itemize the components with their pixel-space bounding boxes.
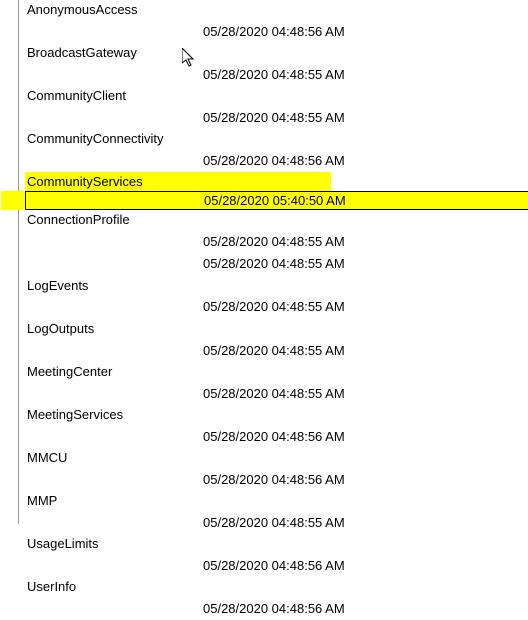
list-item-date: 05/28/2020 04:48:55 AM	[25, 107, 528, 129]
list-item-date: 05/28/2020 04:48:56 AM	[25, 150, 528, 172]
list-item-date: 05/28/2020 04:48:55 AM	[25, 383, 528, 405]
list-item-date: 05/28/2020 04:48:56 AM	[25, 21, 528, 43]
list-item-label[interactable]: UsageLimits	[25, 534, 528, 555]
list-item-label[interactable]: CommunityConnectivity	[25, 129, 528, 150]
list-item-label-highlighted[interactable]: CommunityServices	[25, 172, 331, 191]
list-item-label[interactable]: UserInfo	[25, 577, 528, 598]
list-item-label[interactable]: MMP	[25, 491, 528, 512]
list-item-label[interactable]: MMCU	[25, 448, 528, 469]
list-item-date: 05/28/2020 04:48:55 AM	[25, 253, 528, 275]
list-item-label[interactable]: LogOutputs	[25, 319, 528, 340]
list-item-date: 05/28/2020 04:48:56 AM	[25, 555, 528, 577]
list-item-label[interactable]: MeetingServices	[25, 405, 528, 426]
list-item-date: 05/28/2020 04:48:56 AM	[25, 469, 528, 491]
list-item-date: 05/28/2020 04:48:56 AM	[25, 426, 528, 448]
list-item-date: 05/28/2020 04:48:55 AM	[25, 296, 528, 318]
list-item-label[interactable]: LogEvents	[25, 276, 528, 297]
list-item-label[interactable]: CommunityClient	[25, 86, 528, 107]
list-item-date: 05/28/2020 04:48:56 AM	[25, 598, 528, 620]
file-list: AnonymousAccess 05/28/2020 04:48:56 AM B…	[18, 0, 528, 524]
list-item-label[interactable]: ConnectionProfile	[25, 210, 528, 231]
list-item-label[interactable]: AnonymousAccess	[25, 0, 528, 21]
list-item-label[interactable]: BroadcastGateway	[25, 43, 528, 64]
list-item-date-selected: 05/28/2020 05:40:50 AM	[25, 191, 528, 210]
list-item-label[interactable]: MeetingCenter	[25, 362, 528, 383]
list-item-date: 05/28/2020 04:48:55 AM	[25, 231, 528, 253]
list-item-date: 05/28/2020 04:48:55 AM	[25, 512, 528, 534]
list-item-date: 05/28/2020 04:48:55 AM	[25, 340, 528, 362]
list-item-highlighted-row[interactable]: 05/28/2020 05:40:50 AM	[1, 191, 528, 210]
list-item-date: 05/28/2020 04:48:55 AM	[25, 64, 528, 86]
